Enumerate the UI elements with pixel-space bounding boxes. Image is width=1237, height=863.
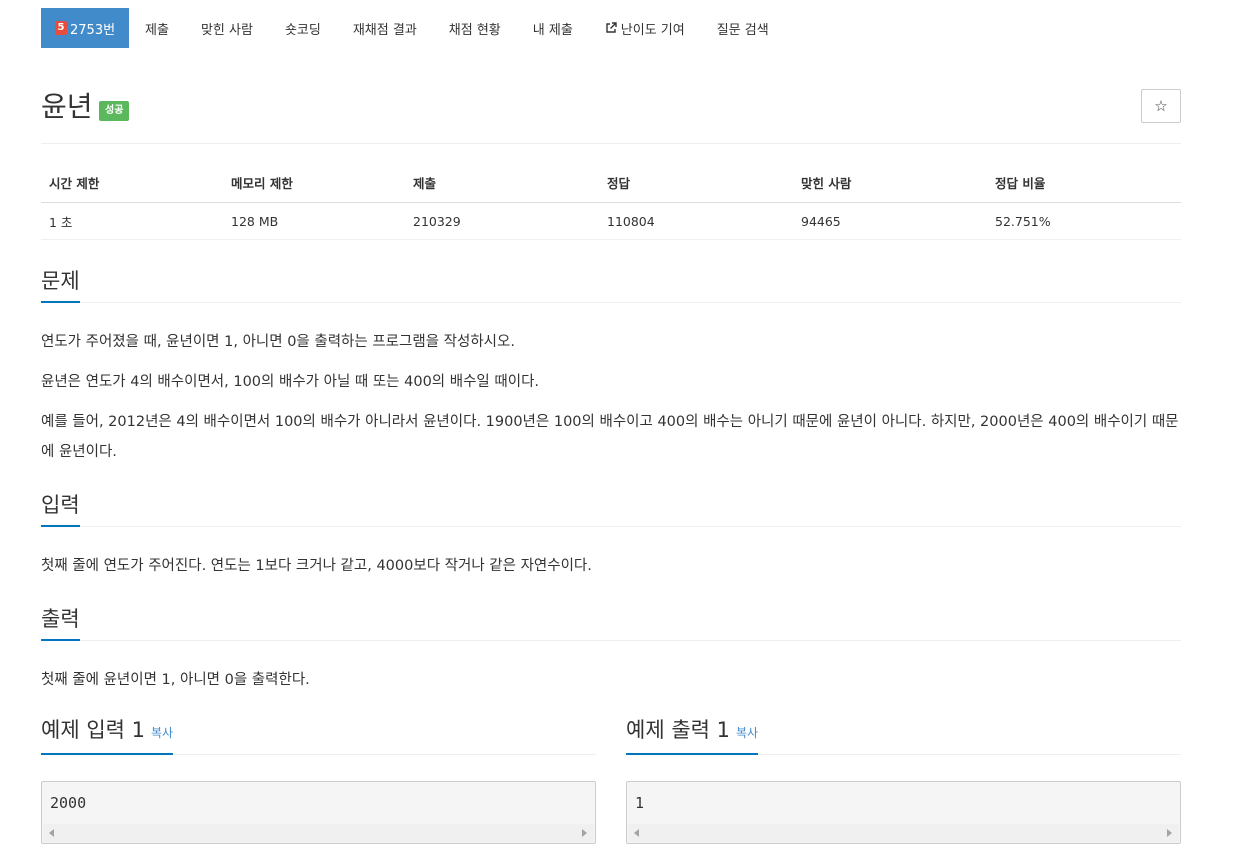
nav-question-search-label: 질문 검색 xyxy=(716,22,769,38)
nav-rejudge-results[interactable]: 재채점 결과 xyxy=(337,8,433,48)
nav-submit-label: 제출 xyxy=(145,22,169,38)
input-section-header: 입력 xyxy=(41,487,1181,527)
nav-problem-number-label: 2753번 xyxy=(70,22,116,38)
nav-short-coding-label: 숏코딩 xyxy=(284,22,321,38)
nav-my-submissions[interactable]: 내 제출 xyxy=(517,8,589,48)
copy-sample-output-button[interactable]: 복사 xyxy=(736,726,758,740)
scroll-right-icon[interactable] xyxy=(1167,829,1172,837)
header-accept-ratio: 정답 비율 xyxy=(987,165,1181,203)
problem-title-row: 윤년 성공 ☆ xyxy=(41,88,1181,128)
sample-input-title: 예제 입력 1 xyxy=(41,718,145,742)
problem-nav: 5 2753번 제출 맞힌 사람 숏코딩 재채점 결과 채점 현황 내 제출 난… xyxy=(41,8,785,48)
description-paragraph-1: 연도가 주어졌을 때, 윤년이면 1, 아니면 0을 출력하는 프로그램을 작성… xyxy=(41,334,515,350)
cell-submissions: 210329 xyxy=(405,202,599,240)
header-solved-users: 맞힌 사람 xyxy=(793,165,987,203)
description-section-header: 문제 xyxy=(41,263,1181,303)
scroll-right-icon[interactable] xyxy=(582,829,587,837)
star-button[interactable]: ☆ xyxy=(1141,89,1181,123)
nav-my-submissions-label: 내 제출 xyxy=(532,22,573,38)
result-badge: 성공 xyxy=(99,101,130,121)
table-row: 1 초 128 MB 210329 110804 94465 52.751% xyxy=(41,202,1181,240)
scroll-left-icon[interactable] xyxy=(634,829,639,837)
nav-problem-number[interactable]: 5 2753번 xyxy=(41,8,130,48)
nav-judge-status[interactable]: 채점 현황 xyxy=(433,8,517,48)
header-submissions: 제출 xyxy=(405,165,599,203)
description-paragraph-2: 윤년은 연도가 4의 배수이면서, 100의 배수가 아닐 때 또는 400의 … xyxy=(41,374,540,390)
sample-input-title-wrap: 예제 입력 1 복사 xyxy=(41,715,174,755)
cell-accepted: 110804 xyxy=(599,202,793,240)
title-divider xyxy=(41,143,1181,144)
sample-output-scrollbar[interactable] xyxy=(628,824,1179,842)
sample-output-box[interactable]: 1 xyxy=(626,781,1181,844)
external-link-icon xyxy=(605,22,617,34)
star-icon: ☆ xyxy=(1154,97,1168,115)
output-description: 첫째 줄에 윤년이면 1, 아니면 0을 출력한다. xyxy=(41,672,310,688)
sample-output-title: 예제 출력 1 xyxy=(626,718,730,742)
header-time-limit: 시간 제한 xyxy=(41,165,223,203)
copy-sample-input-button[interactable]: 복사 xyxy=(151,726,173,740)
cell-solved-users: 94465 xyxy=(793,202,987,240)
table-header-row: 시간 제한 메모리 제한 제출 정답 맞힌 사람 정답 비율 xyxy=(41,165,1181,203)
sample-output-content: 1 xyxy=(635,794,645,812)
nav-short-coding[interactable]: 숏코딩 xyxy=(269,8,337,48)
nav-solved-users[interactable]: 맞힌 사람 xyxy=(185,8,269,48)
cell-time-limit: 1 초 xyxy=(41,202,223,240)
sample-output-header: 예제 출력 1 복사 xyxy=(626,715,1181,755)
nav-submit[interactable]: 제출 xyxy=(129,8,185,48)
sample-output-title-wrap: 예제 출력 1 복사 xyxy=(626,715,759,755)
output-section-header: 출력 xyxy=(41,601,1181,641)
input-title: 입력 xyxy=(41,490,80,527)
description-paragraph-3: 예를 들어, 2012년은 4의 배수이면서 100의 배수가 아니라서 윤년이… xyxy=(41,414,1179,460)
nav-difficulty-contribution[interactable]: 난이도 기여 xyxy=(589,8,701,48)
nav-rejudge-results-label: 재채점 결과 xyxy=(352,22,417,38)
header-memory-limit: 메모리 제한 xyxy=(223,165,405,203)
sample-input-header: 예제 입력 1 복사 xyxy=(41,715,596,755)
cell-accept-ratio: 52.751% xyxy=(987,202,1181,240)
sample-input-scrollbar[interactable] xyxy=(43,824,594,842)
nav-solved-users-label: 맞힌 사람 xyxy=(200,22,253,38)
scroll-left-icon[interactable] xyxy=(49,829,54,837)
nav-judge-status-label: 채점 현황 xyxy=(448,22,501,38)
nav-difficulty-contribution-label: 난이도 기여 xyxy=(620,22,685,38)
sample-input-content: 2000 xyxy=(50,794,87,812)
input-description: 첫째 줄에 연도가 주어진다. 연도는 1보다 크거나 같고, 4000보다 작… xyxy=(41,558,592,574)
problem-title: 윤년 xyxy=(41,90,93,123)
description-title: 문제 xyxy=(41,266,80,303)
nav-question-search[interactable]: 질문 검색 xyxy=(701,8,785,48)
tier-badge: 5 xyxy=(55,21,67,35)
problem-info-table: 시간 제한 메모리 제한 제출 정답 맞힌 사람 정답 비율 1 초 128 M… xyxy=(41,165,1181,240)
header-accepted: 정답 xyxy=(599,165,793,203)
output-title: 출력 xyxy=(41,604,80,641)
cell-memory-limit: 128 MB xyxy=(223,202,405,240)
sample-input-box[interactable]: 2000 xyxy=(41,781,596,844)
